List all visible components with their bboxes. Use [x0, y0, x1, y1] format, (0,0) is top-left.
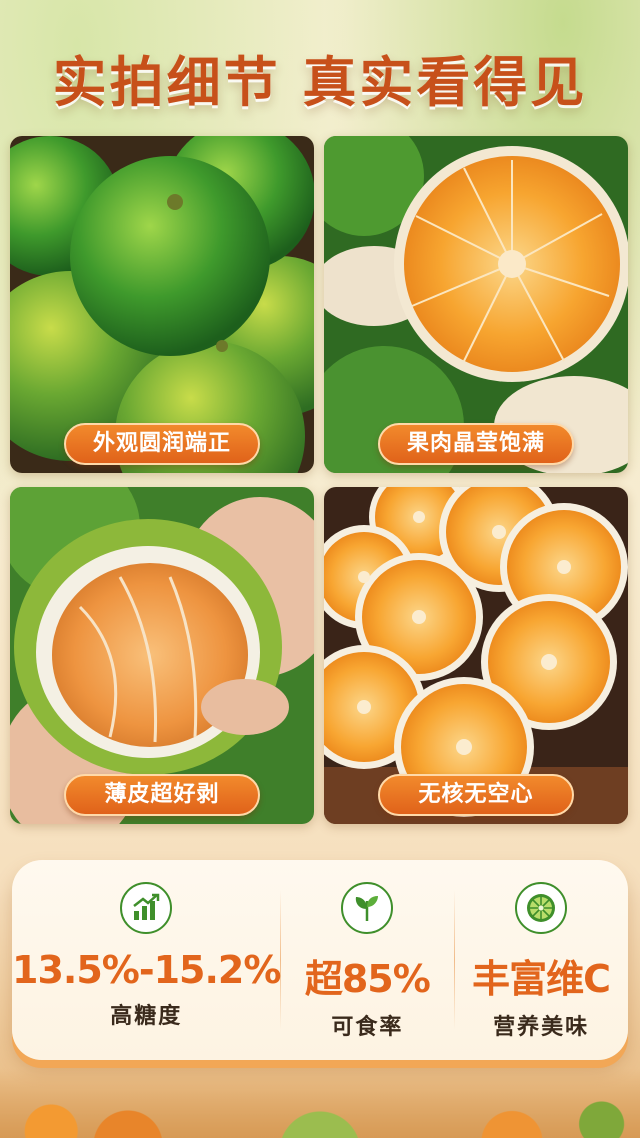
photo-cut-fruit: 果肉晶莹饱满: [324, 136, 628, 473]
photo-whole-fruit: 外观圆润端正: [10, 136, 314, 473]
photo-grid: 外观圆润端正 果肉晶莹饱满 薄皮超好剥 无核无空心: [10, 136, 630, 842]
stat-label: 营养美味: [493, 1015, 590, 1040]
chart-up-icon: [120, 882, 173, 934]
caption-pill: 无核无空心: [378, 774, 574, 816]
leaf-icon: [341, 882, 394, 934]
stat-value: 超85%: [304, 957, 431, 1001]
stat-vitamin-c: 丰富维C 营养美味: [454, 860, 628, 1060]
stat-value: 丰富维C: [472, 957, 611, 1001]
stat-sugar: 13.5%-15.2% 高糖度: [12, 860, 281, 1060]
page-title: 实拍细节 真实看得见: [52, 51, 588, 114]
caption-pill: 外观圆润端正: [64, 423, 260, 465]
bottom-fruit-decoration: [0, 1068, 640, 1138]
caption-pill: 薄皮超好剥: [64, 774, 260, 816]
stat-edible-rate: 超85% 可食率: [280, 860, 454, 1060]
caption-pill: 果肉晶莹饱满: [378, 423, 574, 465]
stats-panel: 13.5%-15.2% 高糖度 超85% 可食率 丰富维C 营养美味: [12, 860, 628, 1060]
stat-label: 可食率: [331, 1015, 404, 1040]
stat-label: 高糖度: [110, 1004, 183, 1029]
citrus-slice-icon: [515, 882, 568, 934]
photo-peeling: 薄皮超好剥: [10, 487, 314, 824]
photo-slices: 无核无空心: [324, 487, 628, 824]
stat-value: 13.5%-15.2%: [12, 948, 281, 992]
